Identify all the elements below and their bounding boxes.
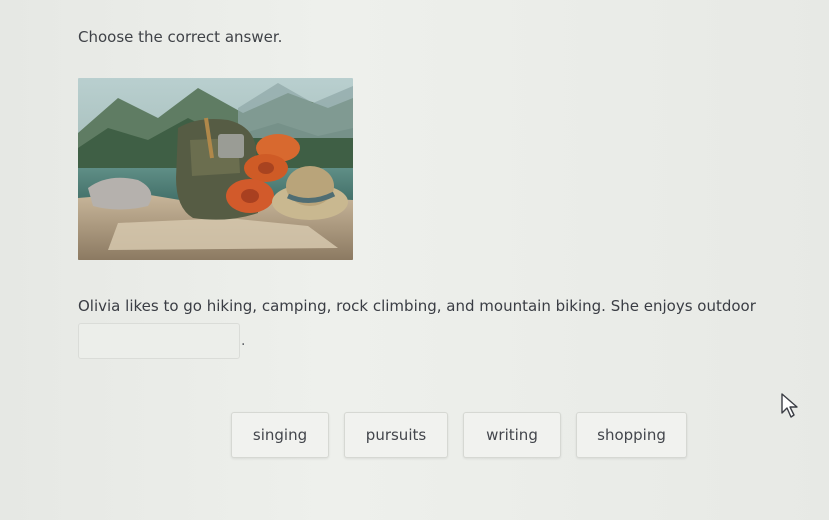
quiz-page: Choose the correct answer. Olivia likes … [0, 0, 829, 520]
choice-pursuits-button[interactable]: pursuits [344, 412, 448, 458]
choice-writing-button[interactable]: writing [463, 412, 561, 458]
choice-shopping-button[interactable]: shopping [576, 412, 687, 458]
mouse-pointer-icon [780, 393, 802, 423]
answer-blank[interactable] [78, 323, 240, 359]
sentence-period: . [241, 333, 246, 349]
question-sentence: Olivia likes to go hiking, camping, rock… [78, 297, 756, 315]
instruction-text: Choose the correct answer. [78, 28, 283, 46]
choice-singing-button[interactable]: singing [231, 412, 329, 458]
question-image [78, 78, 353, 260]
